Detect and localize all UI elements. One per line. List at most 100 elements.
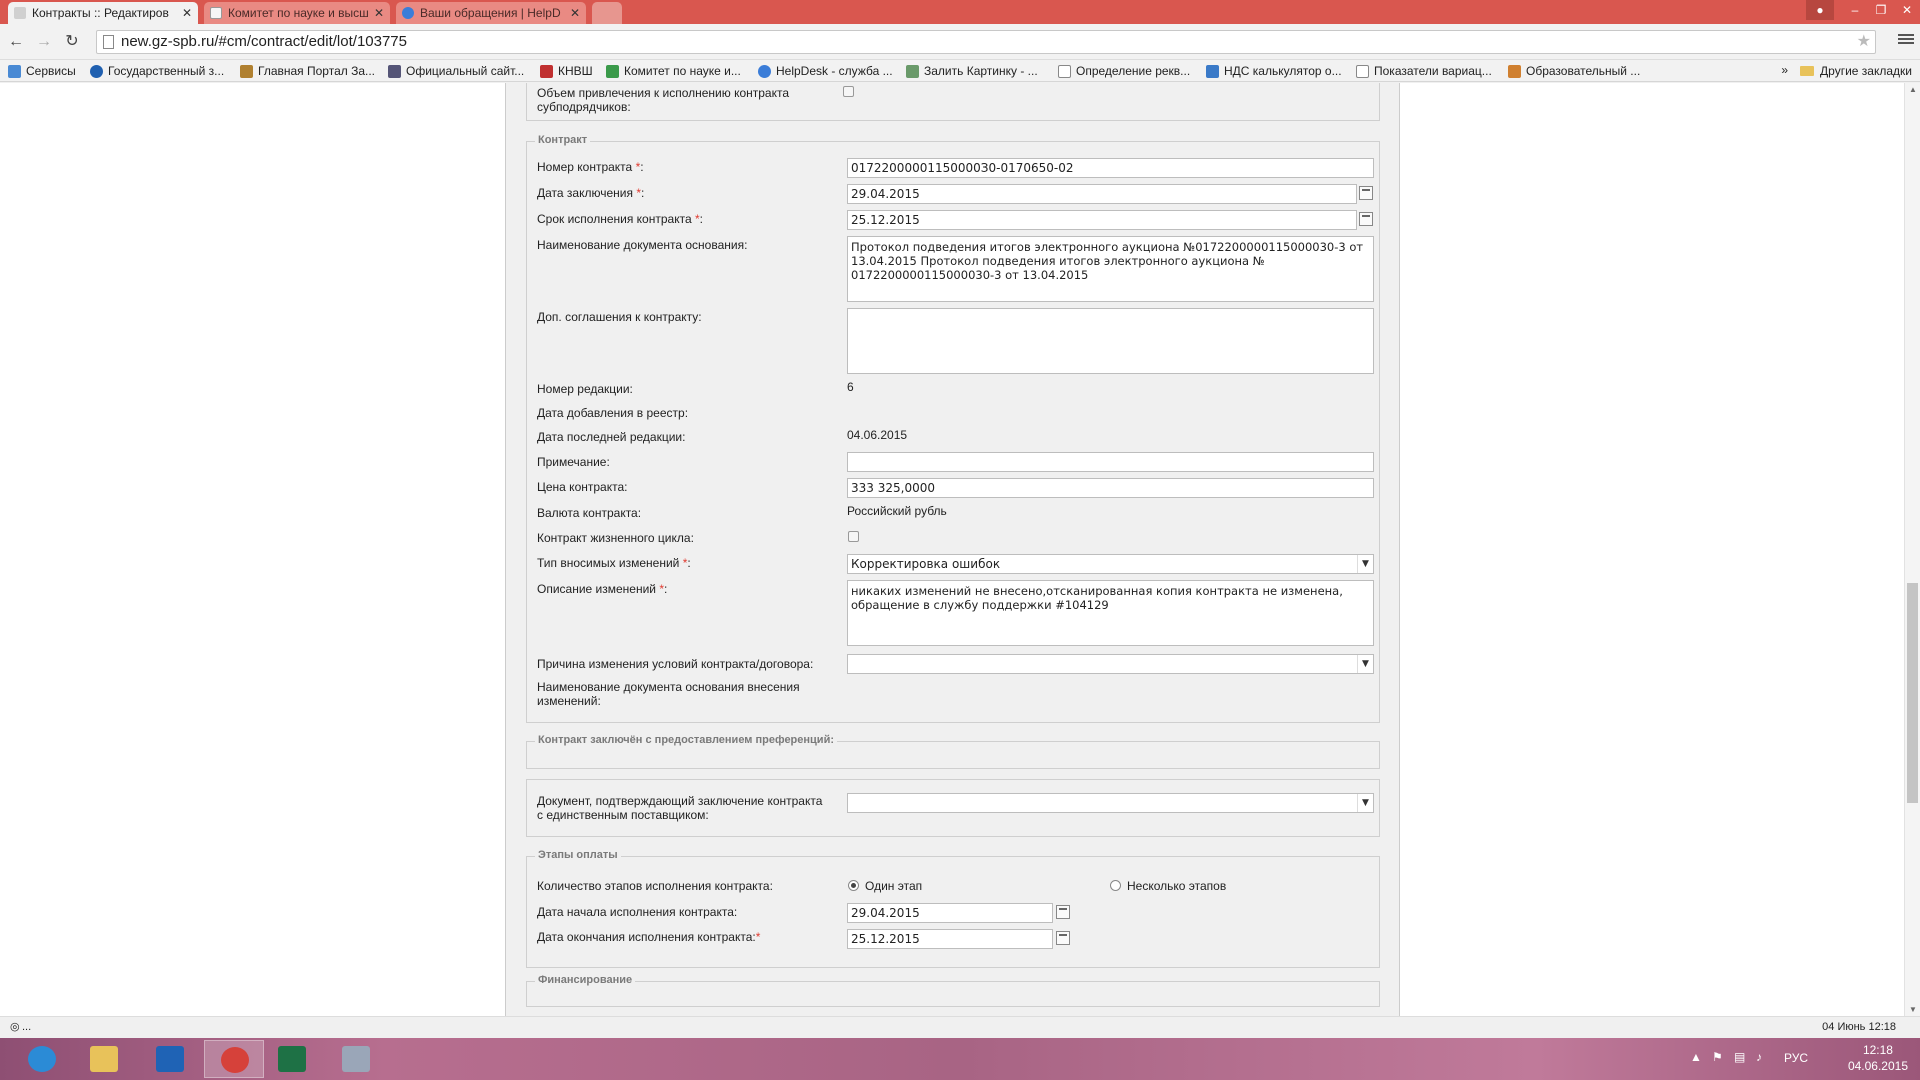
clock-time: 12:18 — [1862, 1043, 1893, 1057]
volume-icon[interactable]: ♪ — [1756, 1050, 1762, 1064]
end-date-label: Дата окончания исполнения контракта:* — [537, 930, 761, 944]
bookmarks-overflow-button[interactable]: » — [1781, 63, 1788, 77]
calendar-icon[interactable] — [1056, 931, 1070, 945]
calendar-icon[interactable] — [1359, 186, 1373, 200]
scroll-up-icon[interactable]: ▲ — [1909, 85, 1917, 94]
bookmark-item[interactable]: НДС калькулятор о... — [1206, 63, 1342, 79]
one-stage-label[interactable]: Один этап — [865, 879, 922, 893]
taskbar-excel[interactable] — [262, 1040, 322, 1078]
chrome-icon — [221, 1047, 249, 1073]
select-value: Корректировка ошибок — [851, 557, 1001, 571]
bookmark-item[interactable]: Определение рекв... — [1058, 63, 1190, 79]
tab-close-icon[interactable]: ✕ — [374, 2, 384, 24]
conclusion-date-input[interactable]: 29.04.2015 — [847, 184, 1357, 204]
taskbar-ie[interactable] — [12, 1040, 72, 1078]
tab-close-icon[interactable]: ✕ — [570, 2, 580, 24]
browser-menu-icon[interactable] — [1898, 32, 1914, 48]
bookmark-label: Определение рекв... — [1076, 64, 1191, 78]
apps-grid-icon — [8, 65, 21, 78]
one-stage-radio[interactable] — [848, 880, 859, 891]
folder-icon — [1800, 66, 1815, 76]
bookmark-item[interactable]: Сервисы — [8, 63, 76, 79]
start-date-label: Дата начала исполнения контракта: — [537, 905, 738, 919]
forward-arrow-icon[interactable]: → — [34, 32, 54, 52]
label-line: Объем привлечения к исполнению контракта — [537, 86, 790, 100]
addenda-textarea[interactable] — [847, 308, 1374, 374]
emblem-icon — [240, 65, 253, 78]
contract-form: Объем привлечения к исполнению контракта… — [505, 83, 1400, 1016]
calendar-icon[interactable] — [1359, 212, 1373, 226]
other-bookmarks-folder[interactable]: Другие закладки — [1800, 63, 1912, 79]
conclusion-date-label: Дата заключения *: — [537, 186, 645, 200]
globe-icon — [90, 65, 103, 78]
bookmark-item[interactable]: Образовательный ... — [1508, 63, 1640, 79]
label-line: Наименование документа основания внесени… — [537, 680, 800, 694]
helpdesk-icon — [402, 7, 414, 19]
lifecycle-checkbox[interactable] — [848, 531, 859, 542]
label-line: Документ, подтверждающий заключение конт… — [537, 794, 823, 808]
bookmark-label: КНВШ — [558, 64, 593, 78]
revision-value: 6 — [847, 380, 854, 394]
new-tab-button[interactable] — [592, 2, 622, 24]
contract-number-input[interactable]: 01722000001150000З0-0170650-02 — [847, 158, 1374, 178]
price-input[interactable]: 333 325,0000 — [847, 478, 1374, 498]
network-icon[interactable]: ▤ — [1734, 1050, 1745, 1064]
scrollbar-thumb[interactable] — [1907, 583, 1918, 803]
many-stages-label[interactable]: Несколько этапов — [1127, 879, 1226, 893]
change-type-select[interactable]: Корректировка ошибок ▼ — [847, 554, 1374, 574]
taskbar-calculator[interactable] — [326, 1040, 386, 1078]
basis-document-textarea[interactable]: Протокол подведения итогов электронного … — [847, 236, 1374, 302]
chevron-down-icon: ▼ — [1357, 794, 1373, 812]
minimize-button[interactable]: – — [1842, 0, 1868, 20]
loading-icon: ◎ — [10, 1021, 20, 1033]
back-arrow-icon[interactable]: ← — [6, 32, 26, 52]
bookmark-item[interactable]: Официальный сайт... — [388, 63, 524, 79]
label-line: с единственным поставщиком: — [537, 808, 709, 822]
tab-committee[interactable]: Комитет по науке и высш ✕ — [204, 2, 390, 24]
bookmark-item[interactable]: Государственный з... — [90, 63, 224, 79]
change-reason-select[interactable]: ▼ — [847, 654, 1374, 674]
many-stages-radio[interactable] — [1110, 880, 1121, 891]
taskbar-outlook[interactable] — [140, 1040, 200, 1078]
bookmark-item[interactable]: Залить Картинку - ... — [906, 63, 1038, 79]
url-text: new.gz-spb.ru/#cm/contract/edit/lot/1037… — [121, 33, 407, 50]
contract-number-label: Номер контракта *: — [537, 160, 644, 174]
flag-icon[interactable]: ⚑ — [1712, 1050, 1723, 1064]
tab-close-icon[interactable]: ✕ — [182, 2, 192, 24]
bookmark-item[interactable]: Показатели вариац... — [1356, 63, 1492, 79]
scroll-down-icon[interactable]: ▼ — [1909, 1005, 1917, 1014]
tab-contracts[interactable]: Контракты :: Редактиров ✕ — [8, 2, 198, 24]
note-input[interactable] — [847, 452, 1374, 472]
user-icon[interactable]: ● — [1806, 0, 1834, 20]
site-icon — [606, 65, 619, 78]
page-scrollbar[interactable]: ▲ ▼ — [1904, 83, 1920, 1016]
bookmark-item[interactable]: КНВШ — [540, 63, 593, 79]
reload-icon[interactable]: ↻ — [62, 32, 82, 52]
tray-expand-icon[interactable]: ▲ — [1690, 1050, 1702, 1064]
restore-button[interactable]: ❐ — [1868, 0, 1894, 20]
currency-label: Валюта контракта: — [537, 506, 642, 520]
end-date-input[interactable]: 25.12.2015 — [847, 929, 1053, 949]
label-line: изменений: — [537, 694, 601, 708]
page-icon — [1356, 65, 1369, 78]
change-description-textarea[interactable]: никаких изменений не внесено,отсканирова… — [847, 580, 1374, 646]
bookmark-label: HelpDesk - служба ... — [776, 64, 893, 78]
tab-helpdesk[interactable]: Ваши обращения | HelpD ✕ — [396, 2, 586, 24]
bookmark-item[interactable]: HelpDesk - служба ... — [758, 63, 893, 79]
address-bar[interactable]: new.gz-spb.ru/#cm/contract/edit/lot/1037… — [96, 30, 1876, 54]
close-window-button[interactable]: ✕ — [1894, 0, 1920, 20]
single-supplier-select[interactable]: ▼ — [847, 793, 1374, 813]
subcontractors-checkbox[interactable] — [843, 86, 854, 97]
bookmark-item[interactable]: Главная Портал За... — [240, 63, 375, 79]
calendar-icon[interactable] — [1056, 905, 1070, 919]
term-input[interactable]: 25.12.2015 — [847, 210, 1357, 230]
bookmark-item[interactable]: Комитет по науке и... — [606, 63, 741, 79]
bookmark-star-icon[interactable]: ★ — [1857, 31, 1871, 53]
stages-count-label: Количество этапов исполнения контракта: — [537, 879, 773, 893]
taskbar-explorer[interactable] — [74, 1040, 134, 1078]
financing-legend: Финансирование — [535, 974, 636, 986]
clock[interactable]: 12:18 04.06.2015 — [1848, 1042, 1908, 1074]
taskbar-chrome[interactable] — [204, 1040, 264, 1078]
language-indicator[interactable]: РУС — [1784, 1051, 1808, 1065]
start-date-input[interactable]: 29.04.2015 — [847, 903, 1053, 923]
